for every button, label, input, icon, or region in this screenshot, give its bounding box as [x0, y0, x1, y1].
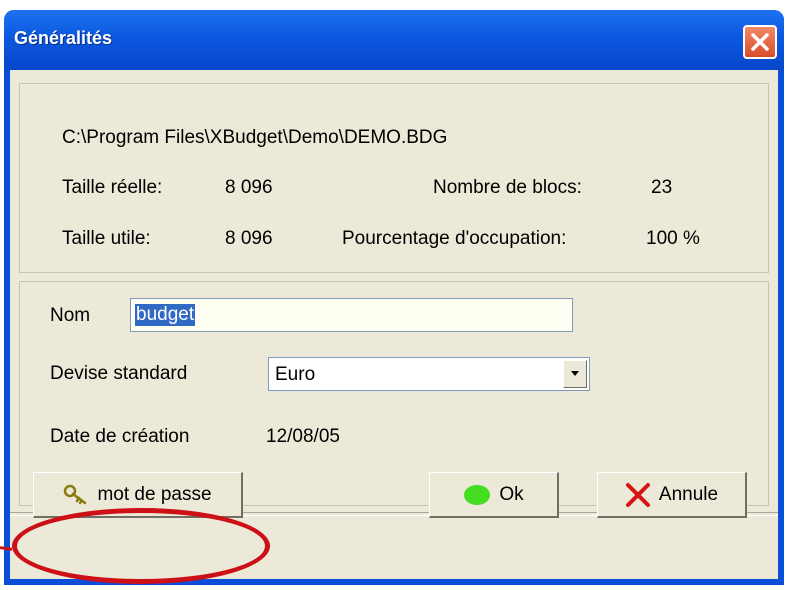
- green-dot-icon: [464, 484, 491, 505]
- pourcentage-value: 100 %: [646, 228, 700, 249]
- taille-utile-label: Taille utile:: [62, 228, 151, 249]
- chevron-down-icon: [571, 371, 579, 376]
- close-icon: [751, 33, 769, 51]
- nombre-blocs-label: Nombre de blocs:: [433, 177, 582, 198]
- red-x-icon: [625, 482, 650, 507]
- nom-label: Nom: [50, 305, 91, 326]
- nombre-blocs-value: 23: [651, 177, 673, 198]
- cancel-button[interactable]: Annule: [597, 472, 747, 518]
- devise-label: Devise standard: [50, 363, 188, 384]
- devise-select-value: Euro: [275, 364, 316, 385]
- password-button-label: mot de passe: [97, 483, 212, 505]
- file-info-panel: C:\Program Files\XBudget\Demo\DEMO.BDG T…: [19, 83, 769, 273]
- key-icon: [64, 484, 87, 504]
- ok-button-label: Ok: [499, 483, 524, 505]
- annotation-circle: [12, 508, 270, 584]
- annotation-pointer: [0, 546, 13, 551]
- date-creation-label: Date de création: [50, 426, 190, 447]
- window-title: Généralités: [14, 28, 113, 48]
- ok-button[interactable]: Ok: [429, 472, 559, 518]
- taille-utile-value: 8 096: [225, 228, 273, 249]
- nom-input-value: budget: [135, 304, 196, 326]
- dropdown-arrow-button[interactable]: [563, 360, 587, 388]
- taille-reelle-label: Taille réelle:: [62, 177, 163, 198]
- file-path: C:\Program Files\XBudget\Demo\DEMO.BDG: [62, 127, 448, 148]
- close-button[interactable]: [743, 25, 777, 59]
- title-bar[interactable]: Généralités: [4, 10, 784, 70]
- taille-reelle-value: 8 096: [225, 177, 273, 198]
- devise-select[interactable]: Euro: [268, 357, 590, 391]
- date-creation-value: 12/08/05: [266, 426, 340, 447]
- cancel-button-label: Annule: [658, 483, 719, 505]
- nom-input[interactable]: budget: [130, 298, 573, 332]
- dialog-window: Généralités C:\Program Files\XBudget\Dem…: [4, 10, 784, 585]
- pourcentage-label: Pourcentage d'occupation:: [342, 228, 567, 249]
